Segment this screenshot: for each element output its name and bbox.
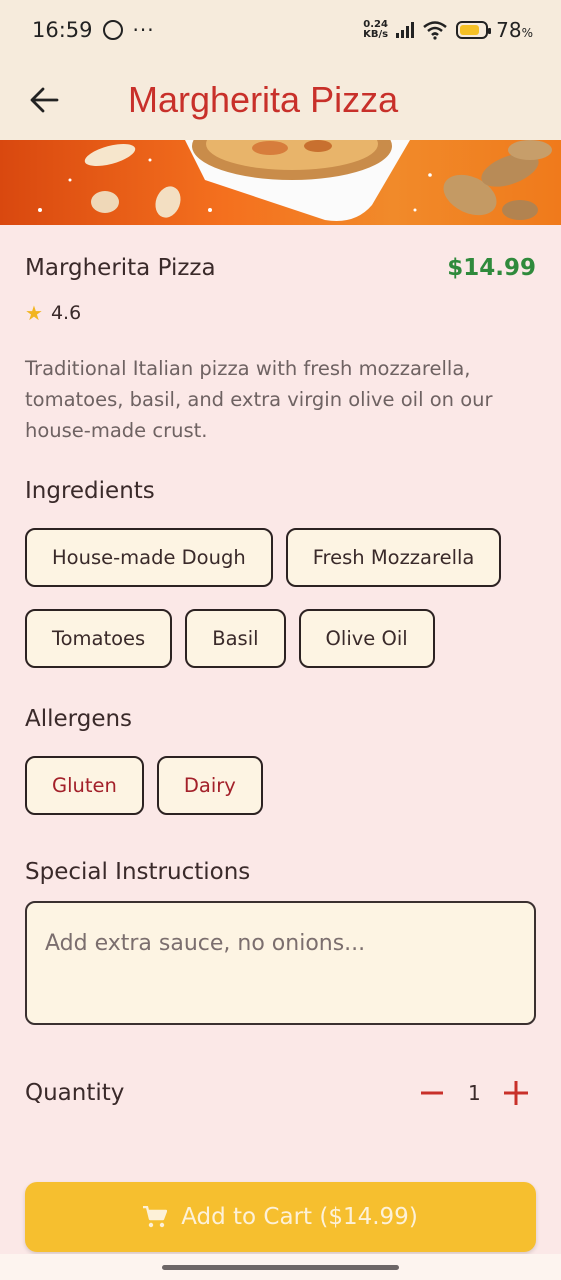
item-description: Traditional Italian pizza with fresh moz… (25, 357, 493, 442)
ingredient-chip[interactable]: Olive Oil (298, 609, 435, 668)
add-to-cart-label: Add to Cart ($14.99) (181, 1204, 418, 1230)
quantity-label: Quantity (25, 1080, 125, 1106)
star-icon: ★ (25, 301, 43, 325)
allergen-chip[interactable]: Dairy (156, 756, 263, 815)
signal-icon (396, 22, 415, 38)
allergens-list: Gluten Dairy (25, 756, 536, 815)
network-speed: 0.24 KB/s (363, 20, 388, 40)
back-button[interactable] (14, 70, 74, 130)
decrease-quantity-button[interactable] (416, 1077, 448, 1109)
pizza-hero-image (0, 140, 561, 225)
system-nav-bar (0, 1254, 561, 1280)
whatsapp-icon (102, 20, 123, 40)
battery-percent: 78% (496, 18, 533, 42)
home-indicator[interactable] (162, 1265, 399, 1270)
item-price: $14.99 (447, 255, 536, 281)
plus-icon (504, 1081, 528, 1105)
minus-icon (421, 1091, 443, 1095)
shopping-cart-icon (143, 1206, 168, 1228)
allergen-chip[interactable]: Gluten (25, 756, 144, 815)
ingredients-title: Ingredients (25, 478, 155, 504)
allergens-title: Allergens (25, 706, 133, 732)
quantity-stepper: 1 (416, 1077, 532, 1109)
ingredient-chip[interactable]: Fresh Mozzarella (285, 528, 502, 587)
wifi-icon (423, 21, 447, 40)
quantity-value: 1 (468, 1081, 481, 1105)
quantity-row: Quantity 1 (25, 1077, 536, 1109)
increase-quantity-button[interactable] (500, 1077, 532, 1109)
rating-value: 4.6 (50, 302, 82, 324)
special-instructions-title: Special Instructions (25, 859, 251, 885)
add-to-cart-button[interactable]: Add to Cart ($14.99) (25, 1182, 536, 1252)
status-bar: 16:59 ··· 0.24 KB/s 78% (0, 0, 561, 60)
ingredient-chip[interactable]: Basil (185, 609, 286, 668)
battery-icon (456, 21, 492, 39)
page-title: Margherita Pizza (128, 79, 399, 120)
arrow-left-icon (30, 87, 59, 113)
special-instructions-input[interactable]: Add extra sauce, no onions... (25, 901, 536, 1025)
ingredients-list: House-made Dough Fresh Mozzarella Tomato… (25, 528, 536, 668)
app-bar: Margherita Pizza (0, 60, 561, 140)
more-notifications-icon: ··· (132, 18, 155, 42)
ingredient-chip[interactable]: House-made Dough (25, 528, 273, 587)
item-rating: ★ 4.6 (25, 301, 536, 325)
ingredient-chip[interactable]: Tomatoes (25, 609, 173, 668)
network-speed-unit: KB/s (363, 29, 389, 40)
item-detail-content: Margherita Pizza $14.99 ★ 4.6 Traditiona… (25, 225, 536, 1109)
item-name: Margherita Pizza (25, 255, 216, 281)
status-time: 16:59 (32, 18, 93, 42)
